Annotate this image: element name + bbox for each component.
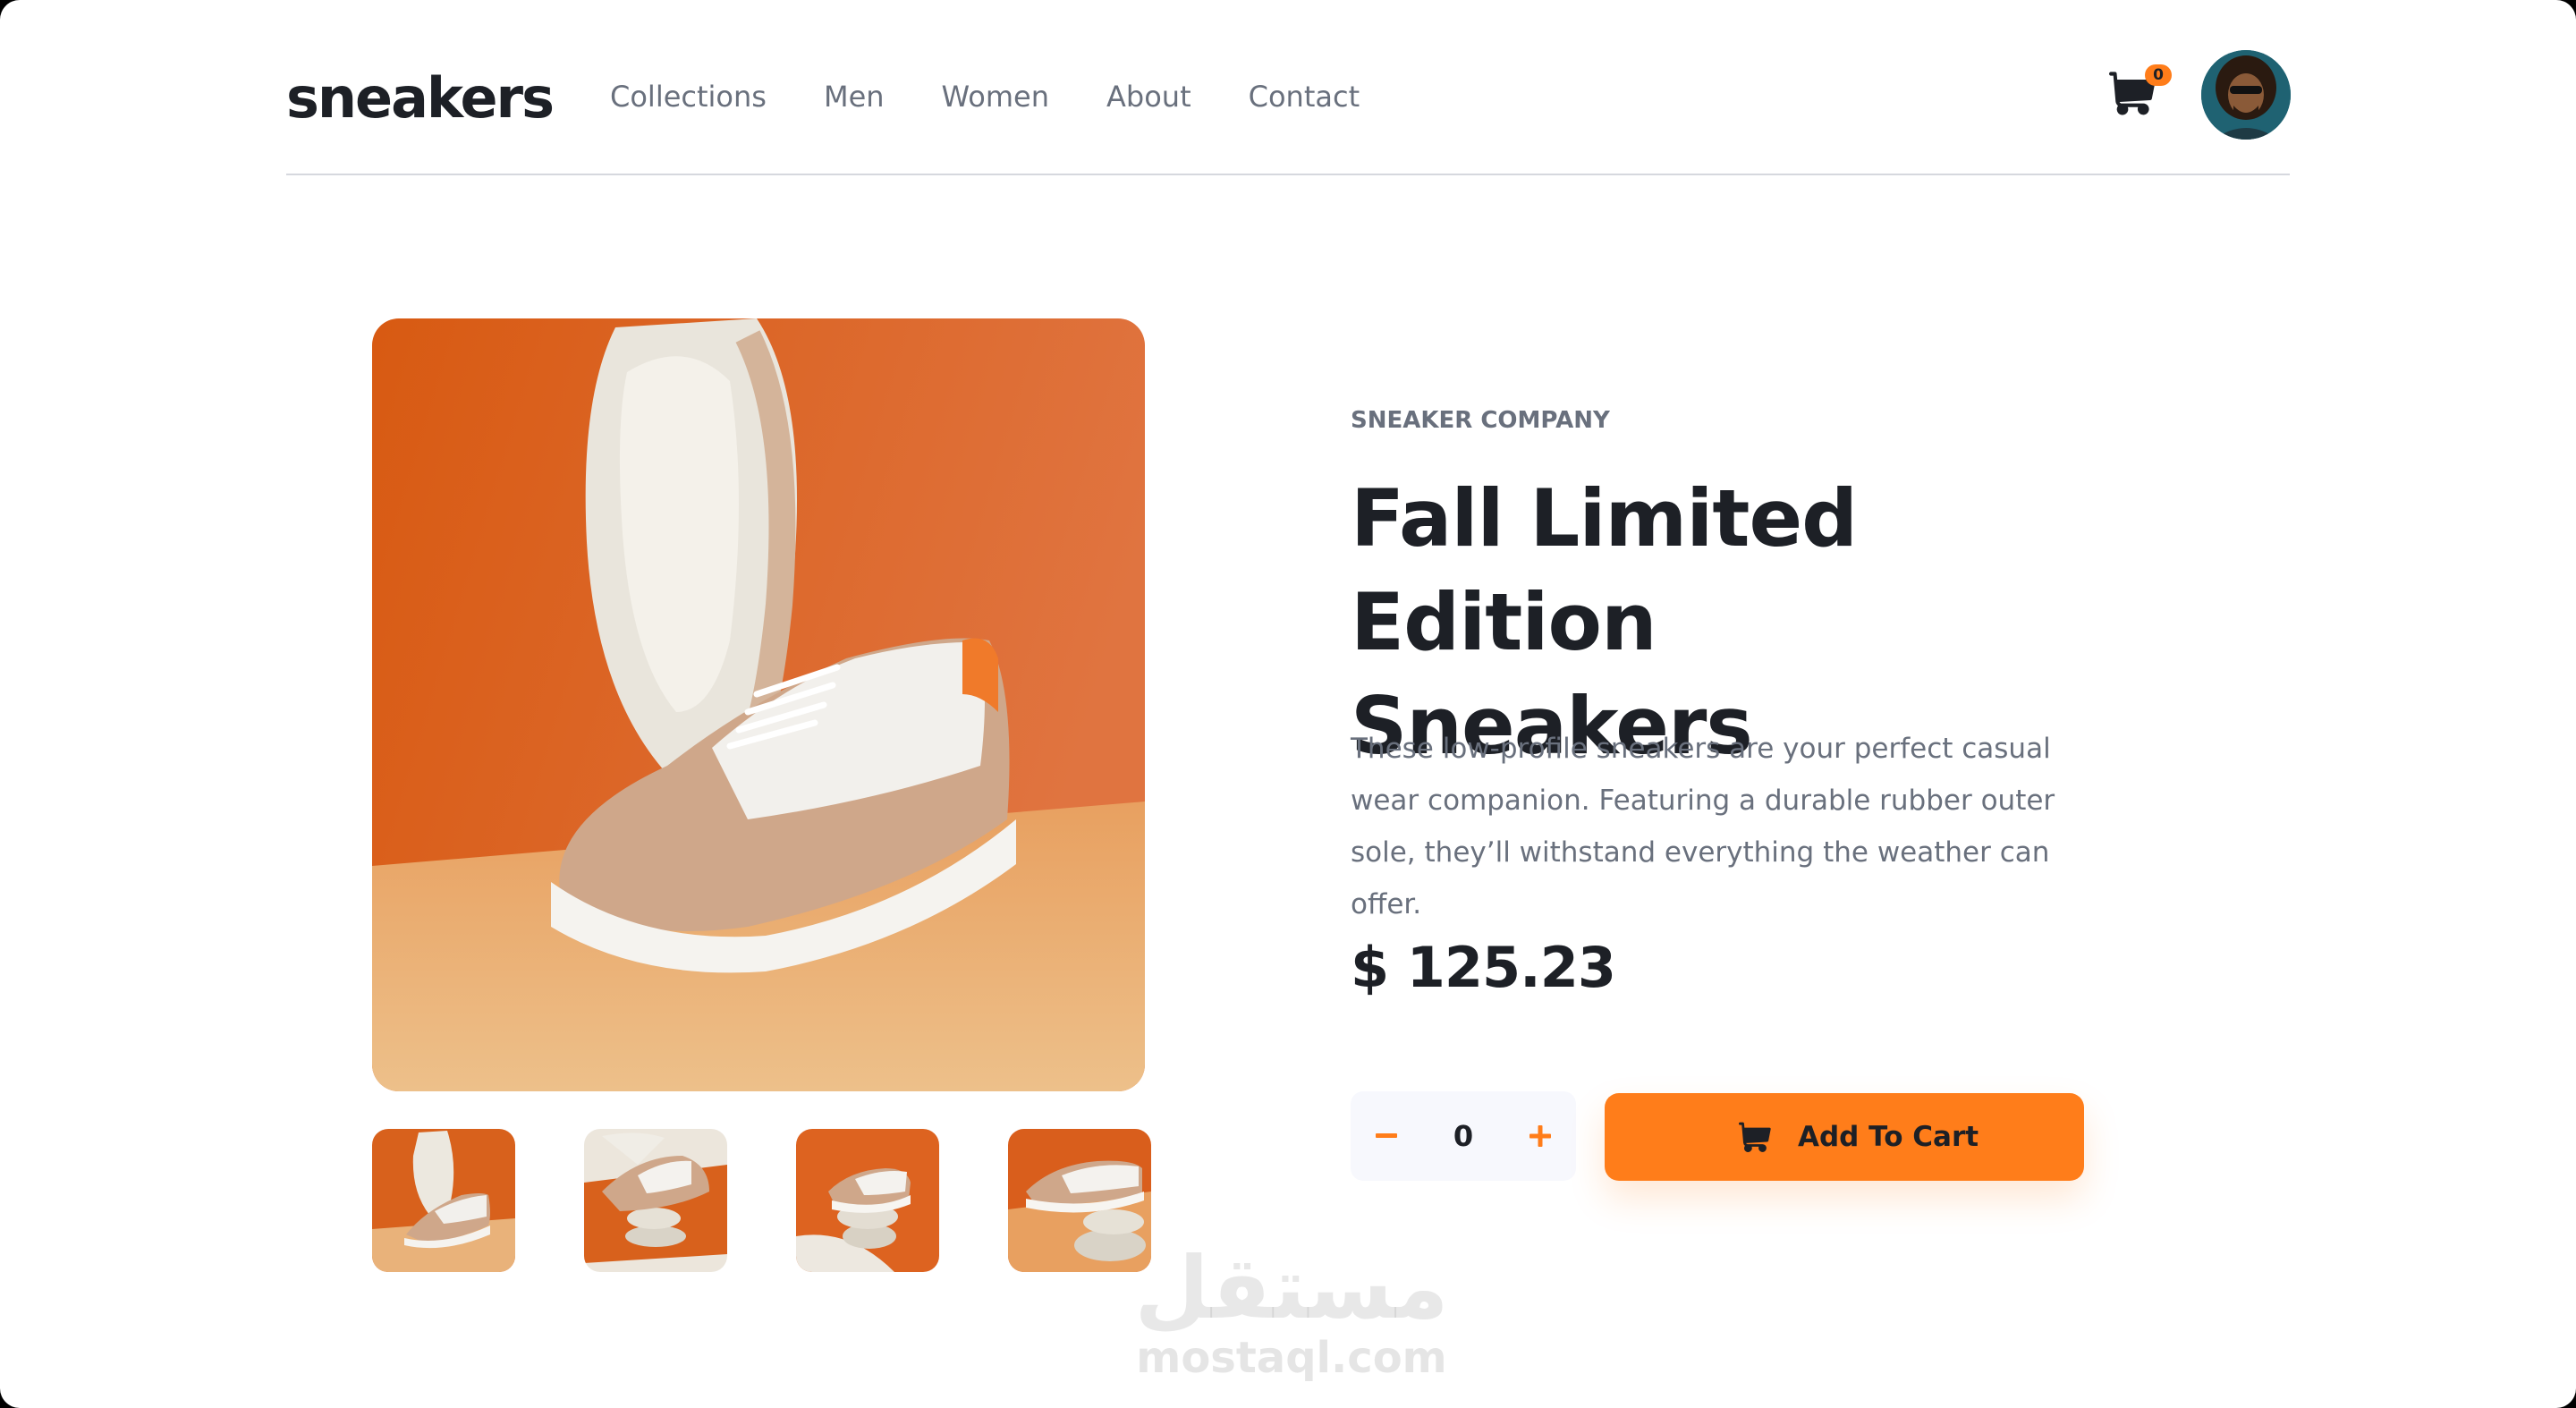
watermark-arabic: مستقل	[1134, 1238, 1449, 1338]
thumbnail-3[interactable]	[796, 1129, 939, 1272]
page: sneakers Collections Men Women About Con…	[0, 0, 2576, 1408]
add-to-cart-button[interactable]: Add To Cart	[1605, 1093, 2084, 1181]
plus-icon	[1530, 1125, 1551, 1147]
thumbnail-1[interactable]	[372, 1129, 515, 1272]
nav-link-women[interactable]: Women	[942, 75, 1049, 118]
cart-icon	[1739, 1122, 1771, 1152]
watermark-text: mostaql.com	[1136, 1333, 1447, 1383]
brand-logo[interactable]: sneakers	[286, 63, 555, 134]
main-nav: Collections Men Women About Contact	[610, 75, 1360, 118]
quantity-value: 0	[1453, 1119, 1474, 1153]
quantity-stepper: 0	[1351, 1091, 1576, 1181]
cart-button[interactable]: 0	[2107, 64, 2172, 122]
site-header: sneakers Collections Men Women About Con…	[286, 0, 2291, 175]
thumbnail-4[interactable]	[1008, 1129, 1151, 1272]
increase-quantity-button[interactable]	[1504, 1091, 1576, 1181]
user-avatar[interactable]	[2201, 50, 2291, 140]
add-to-cart-label: Add To Cart	[1798, 1121, 1979, 1153]
product-image-4	[1008, 1129, 1151, 1272]
nav-link-men[interactable]: Men	[824, 75, 885, 118]
thumbnail-2[interactable]	[584, 1129, 727, 1272]
minus-icon	[1376, 1133, 1397, 1138]
product-image-1	[372, 1129, 515, 1272]
product-image-2	[584, 1129, 727, 1272]
product-title-line-1: Fall Limited Edition	[1351, 472, 1858, 668]
main-product-image[interactable]	[372, 318, 1145, 1091]
decrease-quantity-button[interactable]	[1351, 1091, 1422, 1181]
product-description: These low-profile sneakers are your perf…	[1351, 733, 2055, 920]
company-name: SNEAKER COMPANY	[1351, 407, 1610, 434]
nav-link-contact[interactable]: Contact	[1249, 75, 1360, 118]
product-image-1	[372, 318, 1145, 1091]
watermark: مستقل mostaql.com	[1131, 1238, 1453, 1383]
product-price: $ 125.23	[1351, 935, 1616, 1000]
product-image-3	[796, 1129, 939, 1272]
nav-link-about[interactable]: About	[1106, 75, 1191, 118]
cart-count-badge: 0	[2145, 64, 2172, 86]
avatar-image	[2201, 50, 2291, 140]
nav-link-collections[interactable]: Collections	[610, 75, 767, 118]
